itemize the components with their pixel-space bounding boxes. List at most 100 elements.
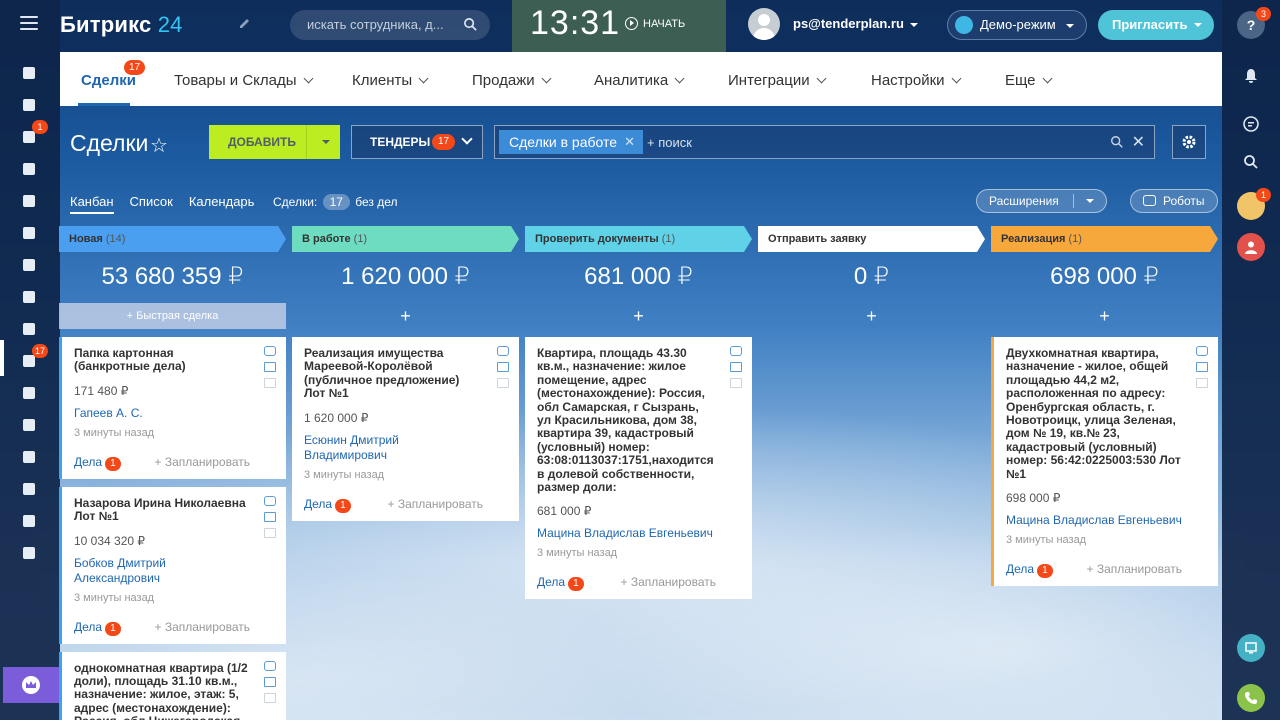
comment-icon[interactable] [1196,378,1208,388]
tenders-button[interactable]: ТЕНДЕРЫ 17 [351,125,483,159]
deal-activities-link[interactable]: Дела 1 [74,455,121,471]
search-button[interactable] [1237,148,1265,176]
menu-item-sales[interactable]: Продажи [472,72,552,89]
view-list[interactable]: Список [130,194,173,214]
notifications-button[interactable] [1237,62,1265,90]
remove-filter-icon[interactable]: ✕ [624,130,635,154]
deal-activities-link[interactable]: Дела 1 [537,575,584,592]
menu-item-deals[interactable]: Сделки [81,72,136,89]
deal-activities-link[interactable]: Дела 1 [1006,562,1053,579]
mail-icon[interactable] [264,511,276,522]
deal-card[interactable]: Назарова Ирина Николаевна Лот №1 10 034 3… [59,486,286,644]
user-menu[interactable]: ps@tenderplan.ru [793,16,918,31]
header-search-input[interactable]: искать сотрудника, д... [290,10,490,40]
rail-shop-button[interactable] [18,414,40,436]
search-icon[interactable] [463,17,478,32]
bitrix-logo[interactable]: Битрикс 24 [60,12,183,38]
schedule-activity-link[interactable]: + Запланировать [620,575,716,591]
search-icon[interactable] [1110,135,1124,149]
rail-employees-button[interactable] [18,286,40,308]
menu-burger-icon[interactable] [20,16,38,30]
rail-contacts-button[interactable] [18,446,40,468]
rail-tasks-button[interactable] [18,94,40,116]
schedule-activity-link[interactable]: + Запланировать [154,620,250,636]
timeman-widget[interactable]: 13:31 НАЧАТЬ [512,0,726,52]
phone-icon[interactable] [1196,346,1208,356]
comment-icon[interactable] [497,378,509,388]
deals-count-pill[interactable]: 17 [322,194,350,210]
menu-item-integrations[interactable]: Интеграции [728,72,827,89]
demo-mode-button[interactable]: Демо-режим [947,10,1087,40]
mail-icon[interactable] [1196,362,1208,372]
view-calendar[interactable]: Календарь [189,194,255,214]
settings-button[interactable] [1172,125,1206,159]
rail-crm-button[interactable]: 17 [18,344,48,372]
quick-deal-button[interactable]: + Быстрая сделка [59,303,286,329]
rail-drive-button[interactable] [18,222,40,244]
schedule-activity-link[interactable]: + Запланировать [1086,562,1182,578]
extensions-button[interactable]: Расширения [976,189,1107,213]
column-header[interactable]: Отправить заявку [758,226,985,252]
rail-calendar-button[interactable] [18,158,40,180]
deal-title[interactable]: Назарова Ирина Николаевна Лот №1 [74,496,250,524]
invite-button[interactable]: Пригласить [1098,10,1214,40]
add-deal-to-column-button[interactable]: + [991,303,1218,329]
caret-down-icon[interactable] [322,140,330,144]
deal-contact[interactable]: Гапеев А. С. [74,406,250,421]
deal-card[interactable]: однокомнатная квартира (1/2 доли), площа… [59,651,286,720]
deal-contact[interactable]: Мацина Владислав Евгеньевич [537,526,716,541]
mail-icon[interactable] [264,676,276,687]
rail-mail-button[interactable] [18,254,40,276]
rail-more-button[interactable] [18,542,40,564]
rail-documents-button[interactable] [18,190,40,212]
column-header[interactable]: В работе (1) [292,226,519,252]
phone-icon[interactable] [264,660,276,671]
rail-box-button[interactable] [18,510,40,532]
messenger-button[interactable] [1237,110,1265,138]
phone-icon[interactable] [264,495,276,506]
help-button[interactable]: ? 3 [1237,7,1271,39]
filter-preset-tag[interactable]: Сделки в работе ✕ [499,130,644,154]
clear-filter-icon[interactable]: ✕ [1132,132,1145,152]
rail-chat-button[interactable]: 1 [18,120,48,148]
upgrade-button[interactable] [3,667,59,703]
menu-item-products[interactable]: Товары и Склады [174,72,313,89]
phone-icon[interactable] [730,346,742,356]
add-deal-button[interactable]: ДОБАВИТЬ [209,125,340,159]
add-deal-to-column-button[interactable]: + [292,303,519,329]
user-avatar[interactable] [748,8,780,40]
schedule-activity-link[interactable]: + Запланировать [387,497,483,513]
deal-title[interactable]: Папка картонная (банкротные дела) [74,346,250,374]
rail-checklist-button[interactable] [18,318,40,340]
favorite-star-icon[interactable]: ☆ [150,133,168,158]
rail-activity-stream-button[interactable] [18,62,40,84]
column-header[interactable]: Новая (14) [59,226,286,252]
add-deal-to-column-button[interactable]: + [758,303,985,329]
deal-title[interactable]: Двухкомнатная квартира, назначение - жил… [1006,346,1182,481]
deal-contact[interactable]: Есюнин Дмитрий Владимирович [304,433,483,463]
comment-icon[interactable] [264,527,276,538]
deal-title[interactable]: однокомнатная квартира (1/2 доли), площа… [74,661,250,720]
edit-logo-icon[interactable] [238,16,252,30]
view-kanban[interactable]: Канбан [70,194,114,214]
mail-icon[interactable] [264,362,276,372]
deal-contact[interactable]: Мацина Владислав Евгеньевич [1006,513,1182,528]
deal-title[interactable]: Реализация имущества Мареевой-Королёвой … [304,346,483,401]
comment-icon[interactable] [264,378,276,388]
deal-title[interactable]: Квартира, площадь 43.30 кв.м., назначени… [537,346,716,494]
deal-activities-link[interactable]: Дела 1 [304,497,351,513]
menu-item-clients[interactable]: Клиенты [352,72,429,89]
filter-search-field[interactable]: Сделки в работе ✕ + поиск ✕ [494,125,1155,159]
mail-icon[interactable] [730,362,742,372]
robots-button[interactable]: Роботы [1130,189,1218,213]
menu-item-settings[interactable]: Настройки [871,72,962,89]
contact-avatar[interactable]: 1 [1237,188,1271,220]
deal-activities-link[interactable]: Дела 1 [74,620,121,636]
comment-icon[interactable] [264,692,276,703]
phone-icon[interactable] [264,346,276,356]
screen-share-button[interactable] [1237,634,1265,662]
rail-marketing-button[interactable] [18,382,40,404]
deal-card[interactable]: Реализация имущества Мареевой-Королёвой … [292,337,519,521]
deal-contact[interactable]: Бобков Дмитрий Александрович [74,556,250,586]
menu-item-more[interactable]: Еще [1005,72,1052,89]
